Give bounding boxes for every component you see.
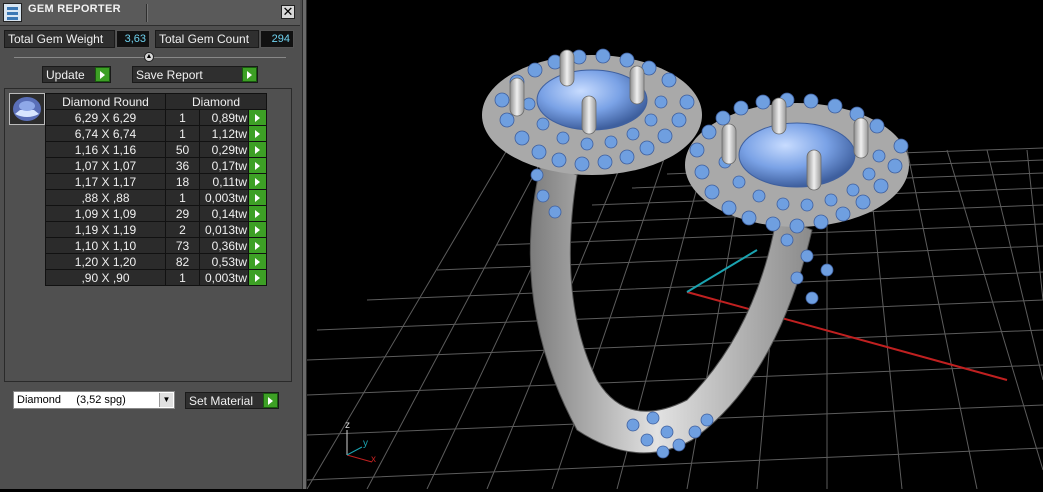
gem-weight: 0,89tw — [199, 109, 249, 126]
gem-weight: 0,013tw — [199, 221, 249, 238]
gem-count: 29 — [165, 205, 200, 222]
gem-count: 1 — [165, 125, 200, 142]
title-divider — [146, 4, 148, 22]
select-row-arrow-icon[interactable] — [248, 173, 267, 190]
select-row-arrow-icon[interactable] — [248, 141, 267, 158]
update-button[interactable]: Update — [42, 66, 111, 83]
gem-size: 6,74 X 6,74 — [45, 125, 166, 142]
axis-gizmo — [346, 430, 373, 463]
table-row: 6,29 X 6,29 1 0,89tw — [45, 109, 267, 126]
table-row: 1,19 X 1,19 2 0,013tw — [45, 221, 267, 238]
title-bar: GEM REPORTER ✕ — [0, 0, 300, 26]
gem-weight: 0,53tw — [199, 253, 249, 270]
gem-count: 1 — [165, 109, 200, 126]
gem-size: 1,07 X 1,07 — [45, 157, 166, 174]
table-row: 1,20 X 1,20 82 0,53tw — [45, 253, 267, 270]
total-gem-count-value: 294 — [260, 30, 294, 48]
table-row: 1,07 X 1,07 36 0,17tw — [45, 157, 267, 174]
table-row: 1,16 X 1,16 50 0,29tw — [45, 141, 267, 158]
gem-weight: 0,11tw — [199, 173, 249, 190]
gem-size: 1,20 X 1,20 — [45, 253, 166, 270]
select-row-arrow-icon[interactable] — [248, 205, 267, 222]
axis-x-label: x — [371, 454, 376, 465]
table-header-row: Diamond Round Diamond — [45, 93, 267, 110]
select-row-arrow-icon[interactable] — [248, 253, 267, 270]
table-row: 1,17 X 1,17 18 0,11tw — [45, 173, 267, 190]
table-row: ,90 X ,90 1 0,003tw — [45, 269, 267, 286]
collapse-icon[interactable]: ▲ — [144, 52, 154, 62]
close-icon[interactable]: ✕ — [281, 5, 295, 19]
gem-count: 36 — [165, 157, 200, 174]
dropdown-arrow-icon[interactable]: ▼ — [159, 393, 173, 407]
select-row-arrow-icon[interactable] — [248, 189, 267, 206]
column-header-shape: Diamond Round — [45, 93, 166, 110]
gem-count: 82 — [165, 253, 200, 270]
gem-size: 1,17 X 1,17 — [45, 173, 166, 190]
gem-count: 50 — [165, 141, 200, 158]
column-header-material: Diamond — [165, 93, 267, 110]
gem-weight: 1,12tw — [199, 125, 249, 142]
gem-count: 1 — [165, 189, 200, 206]
table-row: ,88 X ,88 1 0,003tw — [45, 189, 267, 206]
gem-size: 1,19 X 1,19 — [45, 221, 166, 238]
table-row: 6,74 X 6,74 1 1,12tw — [45, 125, 267, 142]
gem-size: 1,16 X 1,16 — [45, 141, 166, 158]
gem-count: 2 — [165, 221, 200, 238]
diamond-round-icon[interactable] — [9, 93, 45, 125]
gem-count: 18 — [165, 173, 200, 190]
total-gem-weight-value: 3,63 — [116, 30, 150, 48]
play-arrow-icon — [242, 67, 257, 82]
total-gem-weight-label: Total Gem Weight — [4, 30, 115, 48]
gem-count: 1 — [165, 269, 200, 286]
gem-table: Diamond Round Diamond 6,29 X 6,29 1 0,89tw… — [45, 93, 267, 286]
save-report-button-label: Save Report — [136, 68, 203, 82]
select-row-arrow-icon[interactable] — [248, 237, 267, 254]
axis-z-label: z — [345, 420, 350, 431]
material-selected-value: Diamond (3,52 spg) — [17, 394, 126, 406]
gem-reporter-panel: GEM REPORTER ✕ Total Gem Weight 3,63 Tot… — [0, 0, 302, 489]
gem-size: ,88 X ,88 — [45, 189, 166, 206]
viewport-scene — [306, 48, 1043, 490]
gem-weight: 0,36tw — [199, 237, 249, 254]
gem-weight: 0,17tw — [199, 157, 249, 174]
set-material-button-label: Set Material — [189, 394, 254, 408]
save-report-button[interactable]: Save Report — [132, 66, 258, 83]
gem-size: 1,09 X 1,09 — [45, 205, 166, 222]
table-row: 1,10 X 1,10 73 0,36tw — [45, 237, 267, 254]
select-row-arrow-icon[interactable] — [248, 125, 267, 142]
select-row-arrow-icon[interactable] — [248, 157, 267, 174]
select-row-arrow-icon[interactable] — [248, 221, 267, 238]
gem-count: 73 — [165, 237, 200, 254]
gem-size: 1,10 X 1,10 — [45, 237, 166, 254]
set-material-button[interactable]: Set Material — [185, 392, 279, 409]
play-arrow-icon — [263, 393, 278, 408]
update-button-label: Update — [46, 68, 85, 82]
3d-viewport[interactable]: z y x — [306, 0, 1043, 490]
gem-reporter-app-icon — [3, 3, 22, 22]
window-title: GEM REPORTER — [28, 3, 121, 15]
gem-weight: 0,14tw — [199, 205, 249, 222]
table-row: 1,09 X 1,09 29 0,14tw — [45, 205, 267, 222]
play-arrow-icon — [95, 67, 110, 82]
gem-size: ,90 X ,90 — [45, 269, 166, 286]
select-row-arrow-icon[interactable] — [248, 269, 267, 286]
gem-weight: 0,29tw — [199, 141, 249, 158]
select-row-arrow-icon[interactable] — [248, 109, 267, 126]
total-gem-count-label: Total Gem Count — [155, 30, 259, 48]
gem-weight: 0,003tw — [199, 189, 249, 206]
gem-size: 6,29 X 6,29 — [45, 109, 166, 126]
material-dropdown[interactable]: Diamond (3,52 spg) ▼ — [13, 391, 175, 409]
axis-y-label: y — [363, 438, 368, 449]
gem-weight: 0,003tw — [199, 269, 249, 286]
